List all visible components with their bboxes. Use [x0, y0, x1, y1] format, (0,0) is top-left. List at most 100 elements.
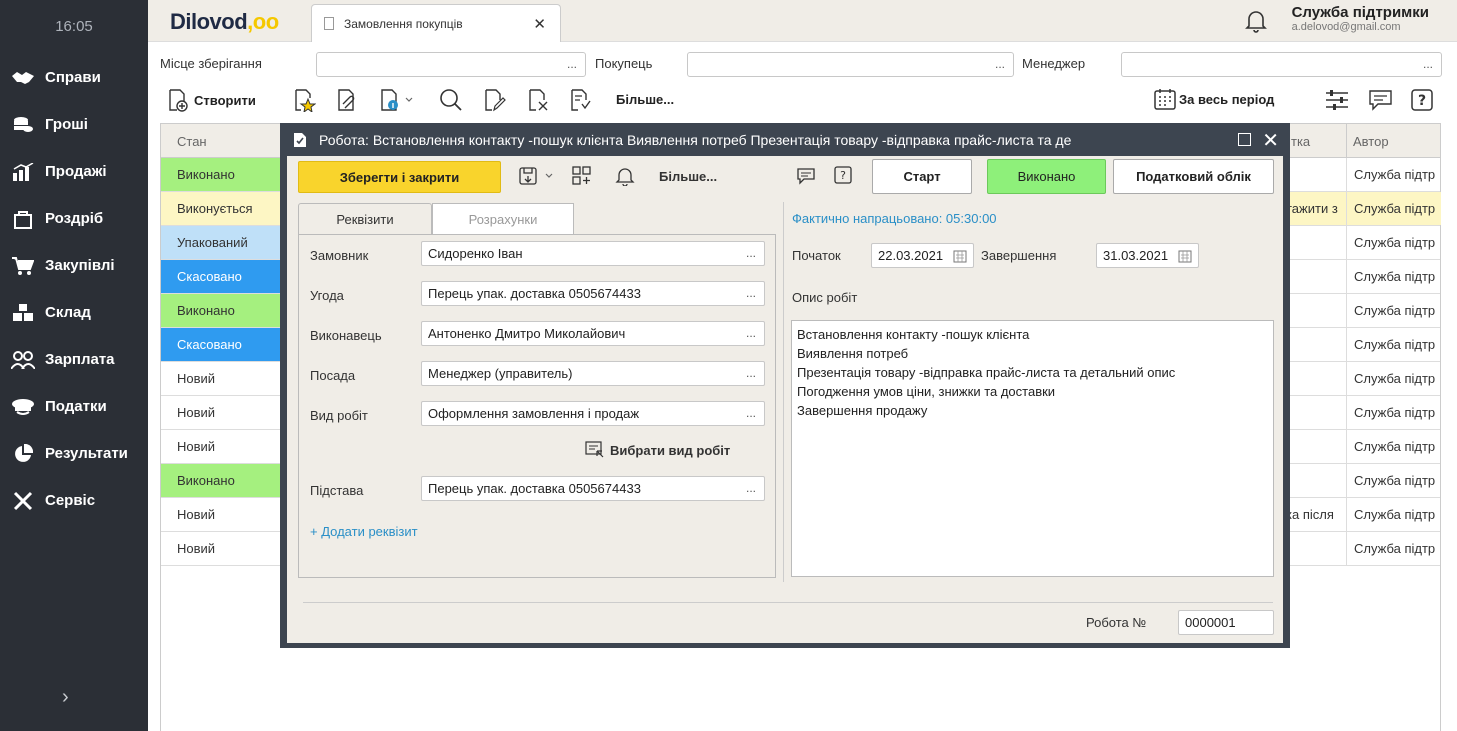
- author-cell: Служба підтр: [1346, 328, 1441, 361]
- calendar-icon[interactable]: [1178, 249, 1192, 263]
- user-name: Служба підтримки: [1291, 4, 1429, 21]
- handshake-icon: [11, 68, 35, 88]
- edit-document-icon[interactable]: [482, 88, 506, 112]
- dialog-body: Зберегти і закрити Більше... ? Старт Вик…: [287, 156, 1283, 643]
- sidebar-item-taxes[interactable]: Податки: [0, 383, 148, 430]
- tab-requisites[interactable]: Реквізити: [298, 203, 432, 234]
- calendar-icon[interactable]: [953, 249, 967, 263]
- state-cell: Скасовано: [161, 260, 281, 293]
- position-field[interactable]: Менеджер (управитель)...: [421, 361, 765, 386]
- footer-divider: [303, 602, 1273, 603]
- grid-add-icon[interactable]: [572, 166, 592, 189]
- filter-settings-icon[interactable]: [1324, 88, 1350, 112]
- period-button[interactable]: За весь період: [1154, 88, 1274, 110]
- basis-field[interactable]: Перець упак. доставка 0505674433...: [421, 476, 765, 501]
- favorite-icon[interactable]: [292, 88, 316, 112]
- work-number-input[interactable]: 0000001: [1178, 610, 1274, 635]
- sidebar-item-money[interactable]: Гроші: [0, 101, 148, 148]
- author-cell: Служба підтр: [1346, 430, 1441, 463]
- save-dropdown-icon[interactable]: [519, 166, 557, 189]
- buyer-input[interactable]: ...: [687, 52, 1014, 77]
- filter-row: Місце зберігання ... Покупець ... Менедж…: [148, 50, 1457, 78]
- bell-icon[interactable]: [1245, 9, 1267, 36]
- author-cell: Служба підтр: [1346, 532, 1441, 565]
- help-icon[interactable]: ?: [1410, 88, 1434, 112]
- note-cell: [1286, 430, 1346, 463]
- author-cell: Служба підтр: [1346, 396, 1441, 429]
- basis-label: Підстава: [310, 483, 364, 498]
- worktype-field[interactable]: Оформлення замовлення і продаж...: [421, 401, 765, 426]
- period-label: За весь період: [1179, 91, 1275, 107]
- note-cell: [1286, 328, 1346, 361]
- more-button[interactable]: Більше...: [616, 92, 674, 107]
- sidebar-item-service[interactable]: Сервіс: [0, 477, 148, 524]
- tab-calculations[interactable]: Розрахунки: [432, 203, 574, 234]
- column-state[interactable]: Стан: [177, 134, 207, 149]
- start-button[interactable]: Старт: [872, 159, 972, 194]
- add-requisite-link[interactable]: + Додати реквізит: [310, 524, 418, 539]
- close-tab-icon[interactable]: ✕: [533, 15, 546, 33]
- choose-worktype-button[interactable]: Вибрати вид робіт: [585, 441, 730, 459]
- storage-input[interactable]: ...: [316, 52, 586, 77]
- tab-purchase-orders[interactable]: Замовлення покупців ✕: [311, 4, 561, 42]
- author-cell: Служба підтр: [1346, 294, 1441, 327]
- executor-field[interactable]: Антоненко Дмитро Миколайович...: [421, 321, 765, 346]
- sidebar-item-label: Склад: [45, 304, 91, 321]
- author-cell: Служба підтр: [1346, 362, 1441, 395]
- sidebar-item-label: Податки: [45, 398, 107, 415]
- manager-input[interactable]: ...: [1121, 52, 1442, 77]
- user-info[interactable]: Служба підтримки a.delovod@gmail.com: [1292, 4, 1429, 33]
- note-cell: [1286, 464, 1346, 497]
- sidebar-item-results[interactable]: Результати: [0, 430, 148, 477]
- create-label: Створити: [194, 92, 256, 108]
- tax-accounting-button[interactable]: Податковий облік: [1113, 159, 1274, 194]
- attach-icon[interactable]: [335, 88, 359, 112]
- user-email: a.delovod@gmail.com: [1291, 21, 1401, 33]
- info-dropdown-icon[interactable]: [378, 88, 416, 112]
- done-button[interactable]: Виконано: [987, 159, 1106, 194]
- save-close-button[interactable]: Зберегти і закрити: [298, 161, 501, 193]
- column-author[interactable]: Автор: [1353, 134, 1389, 149]
- customer-field[interactable]: Сидоренко Іван...: [421, 241, 765, 266]
- column-note[interactable]: тка: [1291, 134, 1310, 149]
- dialog-chat-icon[interactable]: [796, 166, 816, 189]
- chat-icon[interactable]: [1368, 88, 1394, 112]
- search-icon[interactable]: [438, 88, 464, 112]
- maximize-icon[interactable]: [1238, 133, 1251, 146]
- customer-label: Замовник: [310, 248, 369, 263]
- clock: 16:05: [55, 18, 93, 35]
- officer-cap-icon: [11, 397, 35, 417]
- dialog-help-icon[interactable]: ?: [834, 166, 852, 187]
- worktype-label: Вид робіт: [310, 408, 368, 423]
- sidebar-item-sales[interactable]: Продажі: [0, 148, 148, 195]
- state-cell: Новий: [161, 396, 281, 429]
- note-cell: [1286, 294, 1346, 327]
- expand-sidebar-button[interactable]: ›: [62, 686, 69, 709]
- sidebar-item-purchases[interactable]: Закупівлі: [0, 242, 148, 289]
- document-settings-icon[interactable]: [568, 88, 592, 112]
- delete-document-icon[interactable]: [526, 88, 550, 112]
- deal-field[interactable]: Перець упак. доставка 0505674433...: [421, 281, 765, 306]
- executor-label: Виконавець: [310, 328, 382, 343]
- state-cell: Виконано: [161, 464, 281, 497]
- close-dialog-icon[interactable]: ✕: [1262, 128, 1279, 153]
- state-cell: Скасовано: [161, 328, 281, 361]
- sidebar-item-label: Справи: [45, 69, 101, 86]
- state-cell: Виконано: [161, 294, 281, 327]
- dialog-more-button[interactable]: Більше...: [659, 166, 717, 186]
- toolbar: Створити Більше... За весь період ?: [148, 84, 1457, 116]
- dialog-title-bar: Робота: Встановлення контакту -пошук клі…: [281, 124, 1289, 156]
- sidebar-item-salary[interactable]: Зарплата: [0, 336, 148, 383]
- end-date-input[interactable]: 31.03.2021: [1096, 243, 1199, 268]
- reminder-bell-icon[interactable]: [615, 166, 635, 189]
- svg-text:?: ?: [1418, 93, 1426, 109]
- document-check-icon: [294, 133, 306, 147]
- sidebar-item-retail[interactable]: Роздріб: [0, 195, 148, 242]
- sidebar-item-affairs[interactable]: Справи: [0, 54, 148, 101]
- start-date-input[interactable]: 22.03.2021: [871, 243, 974, 268]
- create-button[interactable]: Створити: [166, 88, 256, 112]
- author-cell: Служба підтр: [1346, 260, 1441, 293]
- sidebar-item-warehouse[interactable]: Склад: [0, 289, 148, 336]
- description-textarea[interactable]: Встановлення контакту -пошук клієнта Вия…: [791, 320, 1274, 577]
- author-cell: Служба підтр: [1346, 498, 1441, 531]
